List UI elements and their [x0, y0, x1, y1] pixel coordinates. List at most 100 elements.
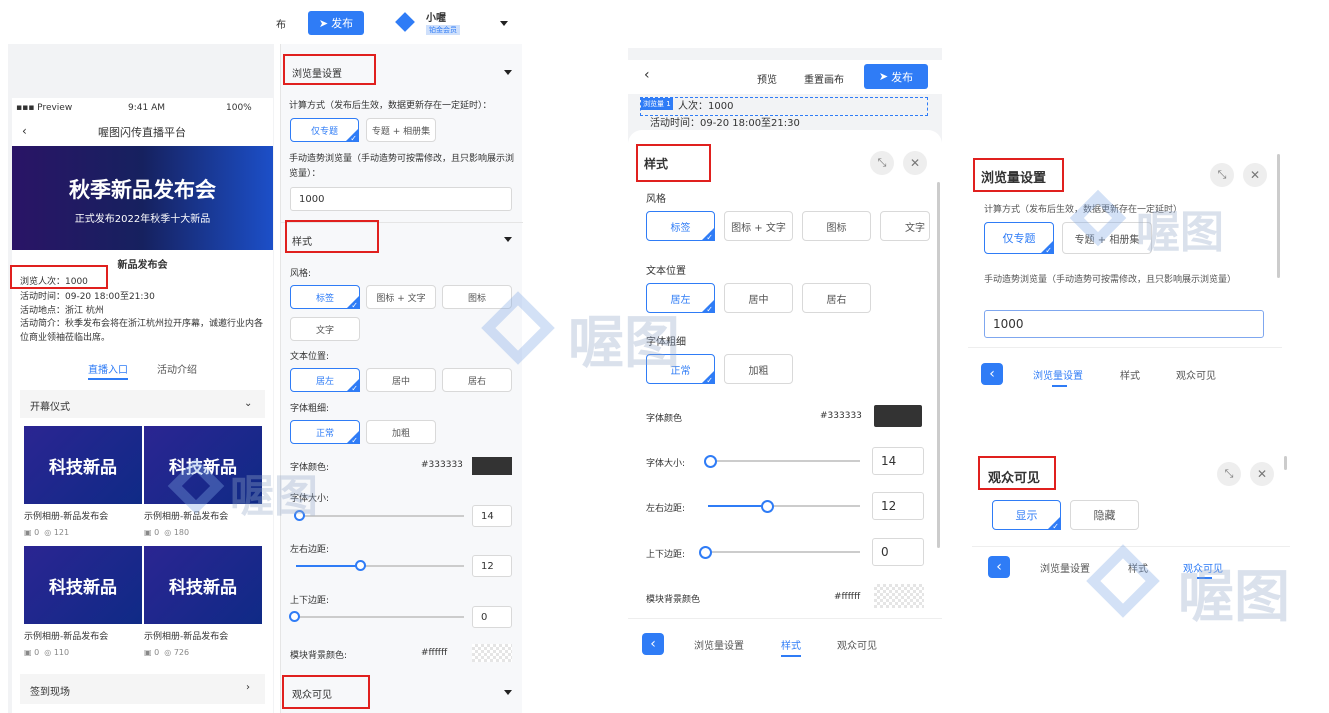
carrier: ▪▪▪ Preview: [16, 103, 73, 113]
nav-view-settings[interactable]: 浏览量设置: [1033, 367, 1083, 382]
album-cover[interactable]: 科技新品: [24, 546, 142, 624]
style-icon[interactable]: 图标: [442, 285, 512, 309]
calc-topic-only[interactable]: 仅专题: [984, 222, 1054, 255]
chevron-down-icon[interactable]: [504, 70, 512, 75]
manual-views-input[interactable]: 1000: [290, 187, 512, 211]
bg-swatch[interactable]: [472, 644, 512, 662]
mobile-bottom-nav: ‹ 浏览量设置 样式 观众可见: [628, 620, 942, 666]
lr-input[interactable]: 12: [872, 492, 924, 520]
style-tag[interactable]: 标签: [290, 285, 360, 310]
highlight-box: [283, 54, 376, 85]
pos-left[interactable]: 居左: [290, 368, 360, 393]
album-cover[interactable]: 科技新品: [24, 426, 142, 504]
weight-bold[interactable]: 加粗: [724, 354, 793, 384]
chevron-down-icon[interactable]: [504, 690, 512, 695]
send-icon: ➤: [318, 16, 329, 30]
bg-swatch[interactable]: [874, 584, 924, 608]
publish-button[interactable]: ➤ 发布: [308, 11, 364, 35]
preview-button[interactable]: 预览: [757, 71, 777, 86]
lr-label: 左右边距:: [646, 504, 686, 514]
bg-value: #ffffff: [421, 648, 448, 658]
weight-bold[interactable]: 加粗: [366, 420, 436, 444]
calc-topic-albums[interactable]: 专题 + 相册集: [366, 118, 436, 142]
album-cover[interactable]: 科技新品: [144, 546, 262, 624]
pos-center[interactable]: 居中: [724, 283, 793, 313]
size-slider-knob[interactable]: [704, 455, 717, 468]
weight-normal[interactable]: 正常: [290, 420, 360, 445]
style-text[interactable]: 文字: [290, 317, 360, 341]
scrollbar[interactable]: [937, 182, 940, 548]
nav-view-settings[interactable]: 浏览量设置: [1040, 560, 1090, 575]
watermark: 喔图: [1136, 207, 1224, 258]
partial-tab[interactable]: 布: [276, 16, 286, 31]
color-value: #333333: [421, 460, 463, 470]
scrollbar[interactable]: [1277, 154, 1280, 278]
pos-center[interactable]: 居中: [366, 368, 436, 392]
chevron-down-icon[interactable]: [504, 237, 512, 242]
size-input[interactable]: 14: [872, 447, 924, 475]
nav-audience[interactable]: 观众可见: [1176, 367, 1216, 382]
color-swatch[interactable]: [874, 405, 922, 427]
nav-view-settings[interactable]: 浏览量设置: [694, 637, 744, 652]
back-icon[interactable]: ‹: [981, 363, 1003, 385]
tb-slider-knob[interactable]: [289, 611, 300, 622]
reset-button[interactable]: 重置画布: [804, 71, 844, 86]
page-title: 喔图闪传直播平台: [98, 126, 186, 139]
section-checkin[interactable]: 签到现场: [30, 683, 70, 698]
color-swatch[interactable]: [472, 457, 512, 475]
collapse-icon[interactable]: ⤡: [1210, 163, 1234, 187]
collapse-icon[interactable]: ⤡: [870, 151, 894, 175]
tb-input[interactable]: 0: [872, 538, 924, 566]
time-text: 活动时间：09-20 18:00至21:30: [20, 292, 155, 302]
color-label: 字体颜色: [646, 414, 683, 424]
lr-slider-fill[interactable]: [296, 565, 358, 567]
calc-topic-only[interactable]: 仅专题: [290, 118, 359, 143]
size-slider-track[interactable]: [296, 515, 464, 517]
nav-audience[interactable]: 观众可见: [837, 637, 877, 652]
back-icon[interactable]: ‹: [642, 633, 664, 655]
close-icon[interactable]: ✕: [1250, 462, 1274, 486]
tab-intro[interactable]: 活动介绍: [157, 361, 197, 376]
style-text[interactable]: 文字: [880, 211, 930, 241]
bg-label: 模块背景颜色: [646, 595, 701, 605]
nav-style[interactable]: 样式: [781, 637, 801, 657]
back-icon[interactable]: ‹: [22, 124, 27, 138]
chevron-right-icon[interactable]: ›: [246, 682, 250, 693]
back-icon[interactable]: ‹: [988, 556, 1010, 578]
lr-slider-fill[interactable]: [708, 505, 766, 507]
size-input[interactable]: 14: [472, 505, 512, 527]
style-icon-text[interactable]: 图标 + 文字: [724, 211, 793, 241]
chevron-down-icon[interactable]: [500, 21, 508, 26]
album-name: 示例相册-新品发布会: [144, 512, 229, 522]
size-slider-track[interactable]: [708, 460, 860, 462]
pos-right[interactable]: 居右: [802, 283, 871, 313]
tb-slider-knob[interactable]: [699, 546, 712, 559]
pos-right[interactable]: 居右: [442, 368, 512, 392]
style-tag[interactable]: 标签: [646, 211, 715, 242]
close-icon[interactable]: ✕: [903, 151, 927, 175]
clock: 9:41 AM: [128, 103, 165, 113]
style-icon-text[interactable]: 图标 + 文字: [366, 285, 436, 309]
lr-slider-knob[interactable]: [355, 560, 366, 571]
highlight-box: [10, 265, 108, 289]
highlight-box: [285, 220, 379, 253]
back-icon[interactable]: ‹: [644, 67, 650, 83]
manual-views-input[interactable]: 1000: [984, 310, 1264, 338]
style-icon[interactable]: 图标: [802, 211, 871, 241]
nav-style[interactable]: 样式: [1120, 367, 1140, 382]
chevron-down-icon[interactable]: ⌄: [244, 398, 252, 409]
collapse-icon[interactable]: ⤡: [1217, 462, 1241, 486]
tab-live[interactable]: 直播入口: [88, 361, 128, 380]
album-stats: ▣ 0 ◎ 110: [24, 648, 70, 657]
publish-button[interactable]: ➤ 发布: [864, 64, 928, 89]
section-opening[interactable]: 开幕仪式: [30, 398, 70, 413]
scrollbar[interactable]: [1284, 456, 1287, 470]
tb-input[interactable]: 0: [472, 606, 512, 628]
style-label: 风格:: [290, 269, 312, 279]
lr-slider-knob[interactable]: [761, 500, 774, 513]
close-icon[interactable]: ✕: [1243, 163, 1267, 187]
lr-input[interactable]: 12: [472, 555, 512, 577]
audience-show[interactable]: 显示: [992, 500, 1061, 531]
audience-hide[interactable]: 隐藏: [1070, 500, 1139, 530]
send-icon: ➤: [878, 70, 889, 83]
